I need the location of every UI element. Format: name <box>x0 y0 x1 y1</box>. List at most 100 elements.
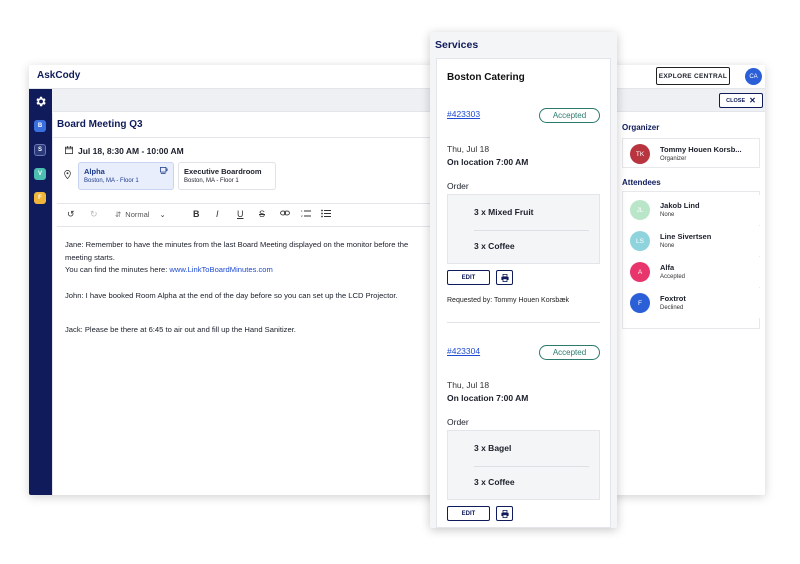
calendar-icon <box>65 146 73 156</box>
order-label: Order <box>447 181 469 191</box>
edit-order-button[interactable]: EDIT <box>447 506 490 521</box>
close-label: CLOSE <box>726 97 746 104</box>
note-paragraph: Jack: Please be there at 6:45 to air out… <box>65 324 437 337</box>
note-text: Jack: Please be there at 6:45 to air out… <box>65 325 296 334</box>
text-style-label: Normal <box>125 210 150 219</box>
service-card: Boston Catering #423303 Accepted Thu, Ju… <box>436 58 611 528</box>
organizer-card[interactable]: TK Tommy Houen Korsb... Organizer <box>622 138 760 168</box>
person-name: Jakob Lind <box>660 201 700 210</box>
meeting-details: Board Meeting Q3 Jul 18, 8:30 AM - 10:00… <box>52 113 431 495</box>
note-paragraph: Jane: Remember to have the minutes from … <box>65 239 437 264</box>
ordered-list-icon[interactable]: 12 <box>301 209 311 220</box>
order-link[interactable]: #423303 <box>447 109 480 119</box>
meeting-window: AskCody EXPLORE CENTRAL CA B S V F CLOSE… <box>29 65 765 495</box>
header-bar <box>52 89 765 112</box>
redo-icon[interactable]: ↻ <box>90 209 98 220</box>
location-pin-icon <box>64 169 71 181</box>
person-name: Tommy Houen Korsb... <box>660 145 742 154</box>
order-divider <box>474 466 589 467</box>
close-icon: ✕ <box>749 96 756 105</box>
avatar: LS <box>630 231 650 251</box>
chevron-down-icon: ⌄ <box>159 210 166 219</box>
explore-central-button[interactable]: EXPLORE CENTRAL <box>656 67 730 85</box>
close-button[interactable]: CLOSE ✕ <box>719 93 763 108</box>
status-badge: Accepted <box>539 345 600 360</box>
minutes-link[interactable]: www.LinkToBoardMinutes.com <box>169 265 272 274</box>
order-items: 3 x Bagel 3 x Coffee <box>447 430 600 500</box>
strikethrough-icon[interactable]: S <box>259 209 265 219</box>
order-item: 3 x Coffee <box>474 241 515 251</box>
svg-text:2: 2 <box>301 214 303 218</box>
person-role: Organizer <box>660 156 687 162</box>
note-text: Jane: Remember to have the minutes from … <box>65 240 409 262</box>
order-items: 3 x Mixed Fruit 3 x Coffee <box>447 194 600 264</box>
undo-icon[interactable]: ↺ <box>67 209 75 220</box>
paragraph-icon: ⇵ <box>115 210 122 219</box>
visitors-icon[interactable]: V <box>34 168 46 180</box>
caterer-name: Boston Catering <box>447 72 525 83</box>
print-icon[interactable] <box>496 270 513 285</box>
person-status: None <box>660 243 675 249</box>
avatar: A <box>630 262 650 282</box>
meeting-title[interactable]: Board Meeting Q3 <box>57 119 143 130</box>
order-link[interactable]: #423304 <box>447 346 480 356</box>
avatar: TK <box>630 144 650 164</box>
requested-by: Requested by: Tommy Houen Korsbæk <box>447 297 570 304</box>
order-divider <box>474 230 589 231</box>
room-location: Boston, MA - Floor 1 <box>84 178 139 184</box>
services-icon[interactable]: S <box>34 144 46 156</box>
person-status: Accepted <box>660 274 686 280</box>
order-on-location: On location 7:00 AM <box>447 157 529 167</box>
order-item: 3 x Bagel <box>474 443 512 453</box>
note-paragraph: John: I have booked Room Alpha at the en… <box>65 290 437 303</box>
notes-editor[interactable]: Jane: Remember to have the minutes from … <box>65 239 437 347</box>
order-day: Thu, Jul 18 <box>447 144 490 154</box>
underline-icon[interactable]: U <box>237 209 244 219</box>
participants-panel: Organizer TK Tommy Houen Korsb... Organi… <box>617 113 765 495</box>
booking-icon[interactable]: B <box>34 120 46 132</box>
room-chip-executive-boardroom[interactable]: Executive Boardroom Boston, MA - Floor 1 <box>178 162 276 190</box>
edit-order-button[interactable]: EDIT <box>447 270 490 285</box>
title-row: Board Meeting Q3 <box>53 113 431 138</box>
room-location: Boston, MA - Floor 1 <box>184 178 239 184</box>
sidebar: B S V F <box>29 89 52 495</box>
list-item[interactable]: F Foxtrot Declined <box>623 288 761 318</box>
bullet-list-icon[interactable] <box>321 209 331 220</box>
bold-icon[interactable]: B <box>193 209 200 219</box>
text-style-select[interactable]: ⇵ Normal ⌄ <box>115 210 166 219</box>
list-item[interactable]: LS Line Sivertsen None <box>623 226 761 256</box>
meeting-datetime: Jul 18, 8:30 AM - 10:00 AM <box>78 146 184 156</box>
order-item: 3 x Mixed Fruit <box>474 207 534 217</box>
status-badge: Accepted <box>539 108 600 123</box>
avatar: F <box>630 293 650 313</box>
attendees-list: JL Jakob Lind None LS Line Sivertsen Non… <box>622 191 761 329</box>
note-text: John: I have booked Room Alpha at the en… <box>65 290 398 300</box>
date-row[interactable]: Jul 18, 8:30 AM - 10:00 AM <box>65 146 184 156</box>
gear-icon[interactable] <box>34 95 47 108</box>
room-name: Alpha <box>84 167 105 176</box>
order-label: Order <box>447 417 469 427</box>
avatar: JL <box>630 200 650 220</box>
list-item[interactable]: JL Jakob Lind None <box>623 195 761 225</box>
print-icon[interactable] <box>496 506 513 521</box>
italic-icon[interactable]: I <box>216 209 219 219</box>
person-status: None <box>660 212 675 218</box>
link-icon[interactable] <box>280 209 290 219</box>
order-day: Thu, Jul 18 <box>447 380 490 390</box>
note-text: You can find the minutes here: <box>65 265 170 274</box>
person-name: Foxtrot <box>660 294 686 303</box>
list-item[interactable]: A Alfa Accepted <box>623 257 761 287</box>
room-name: Executive Boardroom <box>184 167 262 176</box>
askcody-logo[interactable]: AskCody <box>37 70 80 81</box>
room-chip-alpha[interactable]: Alpha Boston, MA - Floor 1 <box>78 162 174 190</box>
person-name: Line Sivertsen <box>660 232 712 241</box>
room-details-icon[interactable] <box>160 167 168 176</box>
person-status: Declined <box>660 305 684 311</box>
order-on-location: On location 7:00 AM <box>447 393 529 403</box>
order-separator <box>447 322 600 323</box>
user-avatar[interactable]: CA <box>745 68 762 85</box>
facilities-icon[interactable]: F <box>34 192 46 204</box>
editor-toolbar: ↺ ↻ ⇵ Normal ⌄ B I U S 12 <box>57 203 431 227</box>
person-name: Alfa <box>660 263 675 272</box>
attendees-heading: Attendees <box>622 178 661 187</box>
